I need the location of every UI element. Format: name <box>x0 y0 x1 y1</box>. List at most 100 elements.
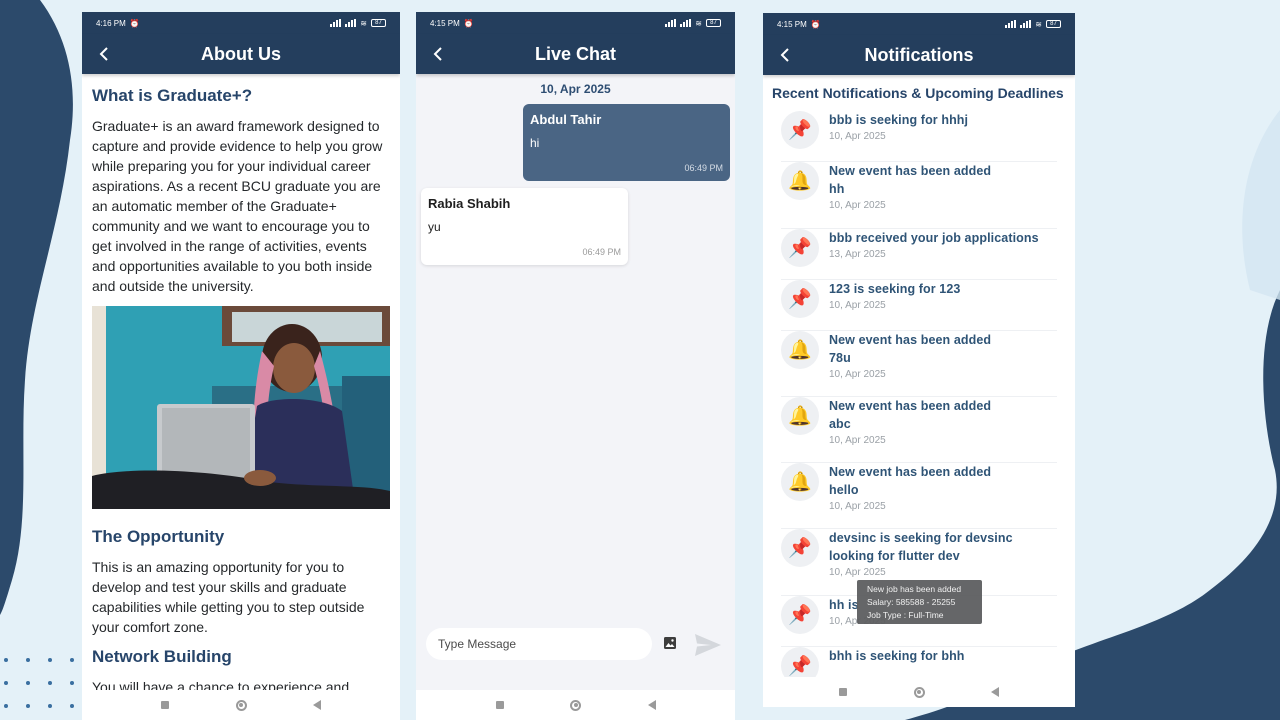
notification-date: 10, Apr 2025 <box>829 200 886 211</box>
status-bar: 4:15 PM ⏰ ≋ 87 <box>416 12 735 34</box>
bell-icon: 🔔 <box>781 331 819 369</box>
notification-date: 10, Apr 2025 <box>829 501 886 512</box>
notification-title: bbb is seeking for hhhj <box>829 113 969 127</box>
app-bar: About Us <box>82 34 400 74</box>
chevron-left-icon <box>780 48 789 62</box>
signal-icon <box>1020 20 1032 28</box>
system-back-button[interactable] <box>645 698 659 712</box>
image-attach-icon[interactable] <box>663 636 677 650</box>
notification-item[interactable]: 📌 123 is seeking for 123 10, Apr 2025 <box>781 280 1057 331</box>
incoming-message-bubble[interactable]: Rabia Shabih yu 06:49 PM <box>421 188 628 265</box>
notification-item[interactable]: 📌 bbb is seeking for hhhj 10, Apr 2025 <box>781 111 1057 162</box>
notification-item[interactable]: 🔔 New event has been added hh 10, Apr 2025 <box>781 162 1057 229</box>
notification-title: New event has been added abc <box>829 399 992 431</box>
tooltip-line: New job has been added <box>867 584 962 594</box>
notification-date: 10, Apr 2025 <box>829 435 886 446</box>
notification-item[interactable]: 🔔 New event has been added abc 10, Apr 202… <box>781 397 1057 463</box>
back-button[interactable] <box>92 42 116 66</box>
back-button[interactable] <box>773 43 797 67</box>
message-time: 06:49 PM <box>684 163 723 173</box>
triangle-back-icon <box>647 700 656 710</box>
app-bar: Live Chat <box>416 34 735 74</box>
status-time: 4:15 PM <box>430 18 460 28</box>
battery-icon: 87 <box>371 19 386 27</box>
system-nav-bar <box>82 690 400 720</box>
notification-text: New event has been added 78u 10, Apr 2025 <box>829 331 991 381</box>
triangle-back-icon <box>991 687 999 697</box>
tooltip-line: Job Type : Full-Time <box>867 610 944 620</box>
notification-text: 123 is seeking for 123 10, Apr 2025 <box>829 280 960 312</box>
section-paragraph: Graduate+ is an award framework designed… <box>92 118 383 294</box>
chevron-left-icon <box>99 47 108 61</box>
recents-button[interactable] <box>158 698 172 712</box>
system-nav-bar <box>763 677 1075 707</box>
back-button[interactable] <box>426 42 450 66</box>
notification-title: New event has been added hello <box>829 465 992 497</box>
notification-date: 10, Apr 2025 <box>829 300 886 311</box>
pushpin-icon: 📌 <box>781 229 819 267</box>
system-back-button[interactable] <box>988 685 1002 699</box>
notification-text: New event has been added hh 10, Apr 2025 <box>829 162 991 212</box>
battery-icon: 87 <box>706 19 721 27</box>
notification-item[interactable]: 📌 bbb received your job applications 13, A… <box>781 229 1057 280</box>
notification-text: bbb received your job applications 13, Ap… <box>829 229 1039 261</box>
send-icon[interactable] <box>694 633 722 657</box>
alarm-icon: ⏰ <box>810 19 821 29</box>
notification-date: 10, Apr 2025 <box>829 567 886 578</box>
signal-icon <box>345 19 357 27</box>
square-icon <box>161 701 169 709</box>
bell-icon: 🔔 <box>781 162 819 200</box>
message-sender: Rabia Shabih <box>428 196 511 211</box>
system-back-button[interactable] <box>310 698 324 712</box>
page-title: Notifications <box>864 44 974 65</box>
wifi-icon: ≋ <box>360 18 367 28</box>
section-heading: The Opportunity <box>92 527 225 546</box>
notification-date: 13, Apr 2025 <box>829 249 886 260</box>
pushpin-icon: 📌 <box>781 596 819 634</box>
section-heading: Network Building <box>92 647 232 666</box>
notification-date: 10, Apr 2025 <box>829 131 886 142</box>
alarm-icon: ⏰ <box>463 18 474 28</box>
notification-item[interactable]: 🔔 New event has been added 78u 10, Apr 202… <box>781 331 1057 397</box>
notifications-screen: 4:15 PM ⏰ ≋ 87 Notifications Recent Noti… <box>763 13 1075 707</box>
notification-title: devsinc is seeking for devsinc looking f… <box>829 531 1013 563</box>
notification-text: bhh is seeking for bhh <box>829 647 965 667</box>
signal-icon <box>330 19 342 27</box>
circle-icon <box>235 699 247 711</box>
pushpin-icon: 📌 <box>781 280 819 318</box>
recents-button[interactable] <box>493 698 507 712</box>
home-button[interactable] <box>234 698 248 712</box>
notification-text: New event has been added hello 10, Apr 20… <box>829 463 991 513</box>
circle-icon <box>913 686 925 698</box>
notification-text: New event has been added abc 10, Apr 2025 <box>829 397 991 447</box>
status-bar: 4:16 PM ⏰ ≋ 87 <box>82 12 400 34</box>
about-content: What is Graduate+? Graduate+ is an award… <box>82 74 400 697</box>
notification-item[interactable]: 🔔 New event has been added hello 10, Apr 2… <box>781 463 1057 529</box>
page-title: About Us <box>201 43 281 64</box>
notification-title: New event has been added hh <box>829 164 992 196</box>
message-time: 06:49 PM <box>582 247 621 257</box>
message-sender: Abdul Tahir <box>530 112 602 127</box>
recents-button[interactable] <box>836 685 850 699</box>
circle-icon <box>570 699 581 711</box>
tooltip-line: Salary: 585588 - 25255 <box>867 597 956 607</box>
status-bar: 4:15 PM ⏰ ≋ 87 <box>763 13 1075 35</box>
square-icon <box>839 688 847 696</box>
app-bar: Notifications <box>763 35 1075 75</box>
chat-date-divider: 10, Apr 2025 <box>540 82 611 96</box>
square-icon <box>495 701 504 709</box>
bell-icon: 🔔 <box>781 463 819 501</box>
outgoing-message-bubble[interactable]: Abdul Tahir hi 06:49 PM <box>523 104 730 181</box>
chevron-left-icon <box>433 47 442 61</box>
message-input[interactable]: Type Message <box>426 628 652 660</box>
signal-icon <box>680 19 692 27</box>
notification-title: 123 is seeking for 123 <box>829 282 961 296</box>
status-time: 4:16 PM <box>96 18 126 28</box>
section-paragraph: This is an amazing opportunity for you t… <box>92 559 365 635</box>
wifi-icon: ≋ <box>1035 19 1042 29</box>
page-title: Live Chat <box>534 43 617 64</box>
home-button[interactable] <box>912 685 926 699</box>
notification-title: New event has been added 78u <box>829 333 992 365</box>
signal-icon <box>665 19 677 27</box>
home-button[interactable] <box>569 698 583 712</box>
